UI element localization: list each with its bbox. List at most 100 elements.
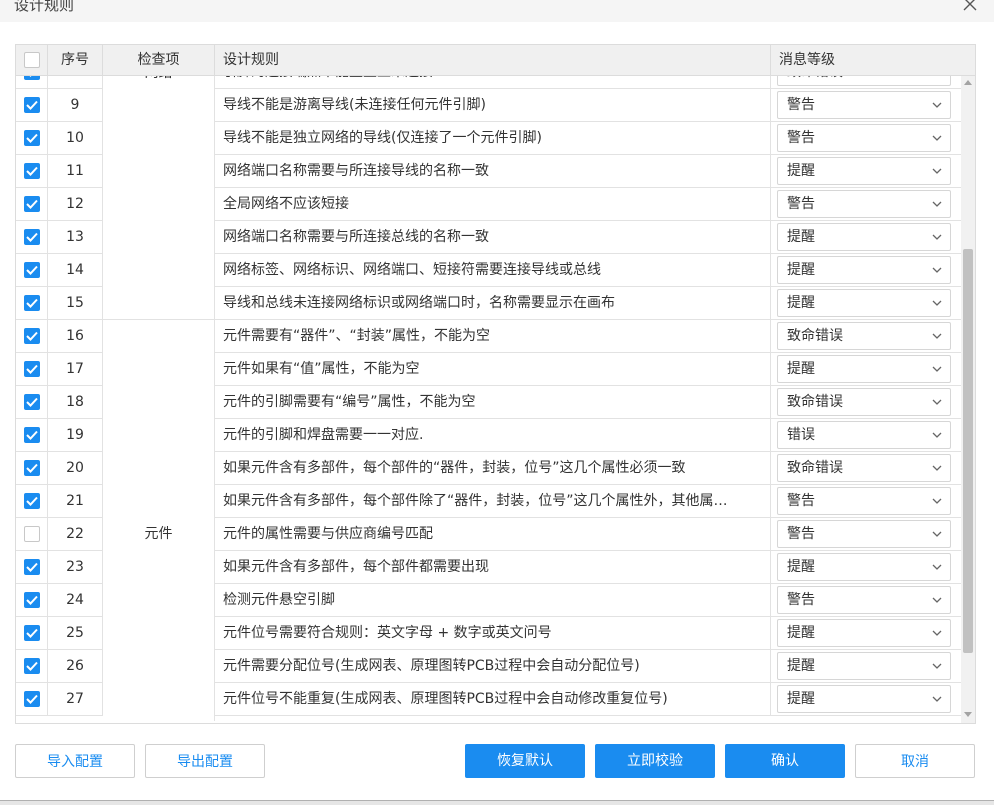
row-checkbox[interactable] [24, 295, 40, 311]
row-checkbox[interactable] [24, 559, 40, 575]
row-level-cell: 提醒 [771, 155, 961, 187]
level-select[interactable]: 警告 [777, 586, 951, 614]
group-label: 元件 [144, 526, 173, 542]
row-checkbox[interactable] [24, 229, 40, 245]
row-checkbox[interactable] [24, 460, 40, 476]
checkbox-cell [16, 155, 48, 187]
row-level-cell: 致命错误 [771, 320, 961, 352]
level-select[interactable]: 警告 [777, 520, 951, 548]
level-select[interactable]: 提醒 [777, 553, 951, 581]
check-icon [29, 76, 32, 77]
row-rule: 网络端口名称需要与所连接总线的名称一致 [215, 221, 771, 253]
row-index: 15 [48, 287, 103, 319]
checkbox-cell [16, 353, 48, 385]
level-select[interactable]: 提醒 [777, 157, 951, 185]
row-rule: 如果元件含有多部件，每个部件除了“器件，封装，位号”这几个属性外，其他属… [215, 485, 771, 517]
export-config-button[interactable]: 导出配置 [145, 744, 265, 778]
level-select[interactable]: 致命错误 [777, 76, 951, 86]
row-checkbox[interactable] [24, 691, 40, 707]
checkbox-cell [16, 617, 48, 649]
level-select[interactable]: 警告 [777, 124, 951, 152]
chevron-down-icon [932, 696, 942, 702]
level-select[interactable]: 提醒 [777, 652, 951, 680]
row-checkbox[interactable] [24, 76, 40, 80]
check-icon [26, 694, 38, 704]
level-select[interactable]: 错误 [777, 421, 951, 449]
chevron-down-icon [932, 630, 942, 636]
row-level-cell: 警告 [771, 122, 961, 154]
confirm-button[interactable]: 确认 [725, 744, 845, 778]
level-select-value: 警告 [787, 526, 815, 542]
level-select-value: 提醒 [787, 229, 815, 245]
row-checkbox[interactable] [24, 625, 40, 641]
row-index: 25 [48, 617, 103, 649]
scrollbar-thumb[interactable] [963, 249, 973, 653]
table-scrollbar[interactable] [961, 76, 975, 723]
checkbox-cell [16, 188, 48, 220]
row-rule: 元件的属性需要与供应商编号匹配 [215, 518, 771, 550]
level-select[interactable]: 提醒 [777, 685, 951, 713]
row-level-cell: 警告 [771, 584, 961, 616]
row-level-cell: 提醒 [771, 551, 961, 583]
level-select[interactable]: 致命错误 [777, 454, 951, 482]
scroll-down-icon[interactable] [964, 712, 972, 718]
row-checkbox[interactable] [24, 97, 40, 113]
chevron-down-icon [932, 333, 942, 339]
level-select-value: 提醒 [787, 163, 815, 179]
level-select[interactable]: 致命错误 [777, 322, 951, 350]
checkbox-cell [16, 584, 48, 616]
window-bottom-edge [0, 800, 994, 805]
level-select-value: 提醒 [787, 691, 815, 707]
row-rule: 元件位号需要符合规则：英文字母 + 数字或英文问号 [215, 617, 771, 649]
chevron-down-icon [932, 234, 942, 240]
chevron-down-icon [932, 168, 942, 174]
level-select-value: 警告 [787, 196, 815, 212]
row-checkbox[interactable] [24, 130, 40, 146]
row-level-cell: 警告 [771, 485, 961, 517]
header-rule: 设计规则 [215, 45, 771, 75]
row-checkbox[interactable] [24, 163, 40, 179]
cancel-button[interactable]: 取消 [855, 744, 975, 778]
close-icon[interactable] [962, 0, 982, 16]
row-checkbox[interactable] [24, 262, 40, 278]
row-checkbox[interactable] [24, 526, 40, 542]
checkbox-cell [16, 518, 48, 550]
scroll-up-icon[interactable] [964, 79, 972, 85]
row-index: 21 [48, 485, 103, 517]
header-checkbox-cell [16, 45, 48, 75]
level-select[interactable]: 提醒 [777, 355, 951, 383]
checkbox-cell [16, 419, 48, 451]
check-icon [26, 661, 38, 671]
restore-default-button[interactable]: 恢复默认 [465, 744, 585, 778]
row-rule: 网络标签、网络标识、网络端口、短接符需要连接导线或总线 [215, 254, 771, 286]
row-checkbox[interactable] [24, 328, 40, 344]
chevron-down-icon [932, 201, 942, 207]
row-index: 27 [48, 683, 103, 715]
level-select-value: 警告 [787, 97, 815, 113]
level-select[interactable]: 致命错误 [777, 388, 951, 416]
row-checkbox[interactable] [24, 658, 40, 674]
select-all-checkbox[interactable] [24, 52, 40, 68]
row-checkbox[interactable] [24, 493, 40, 509]
row-checkbox[interactable] [24, 592, 40, 608]
row-checkbox[interactable] [24, 394, 40, 410]
row-rule: 导线不能是游离导线(未连接任何元件引脚) [215, 89, 771, 121]
verify-now-button[interactable]: 立即校验 [595, 744, 715, 778]
checkbox-cell [16, 551, 48, 583]
level-select[interactable]: 警告 [777, 190, 951, 218]
level-select-value: 提醒 [787, 625, 815, 641]
row-rule: 网络端口名称需要与所连接导线的名称一致 [215, 155, 771, 187]
row-checkbox[interactable] [24, 196, 40, 212]
level-select[interactable]: 提醒 [777, 223, 951, 251]
check-icon [26, 331, 38, 341]
row-checkbox[interactable] [24, 427, 40, 443]
level-select[interactable]: 提醒 [777, 289, 951, 317]
row-checkbox[interactable] [24, 361, 40, 377]
check-icon [26, 199, 38, 209]
import-config-button[interactable]: 导入配置 [15, 744, 135, 778]
row-level-cell: 致命错误 [771, 452, 961, 484]
level-select[interactable]: 警告 [777, 487, 951, 515]
level-select[interactable]: 提醒 [777, 619, 951, 647]
level-select[interactable]: 警告 [777, 91, 951, 119]
level-select[interactable]: 提醒 [777, 256, 951, 284]
